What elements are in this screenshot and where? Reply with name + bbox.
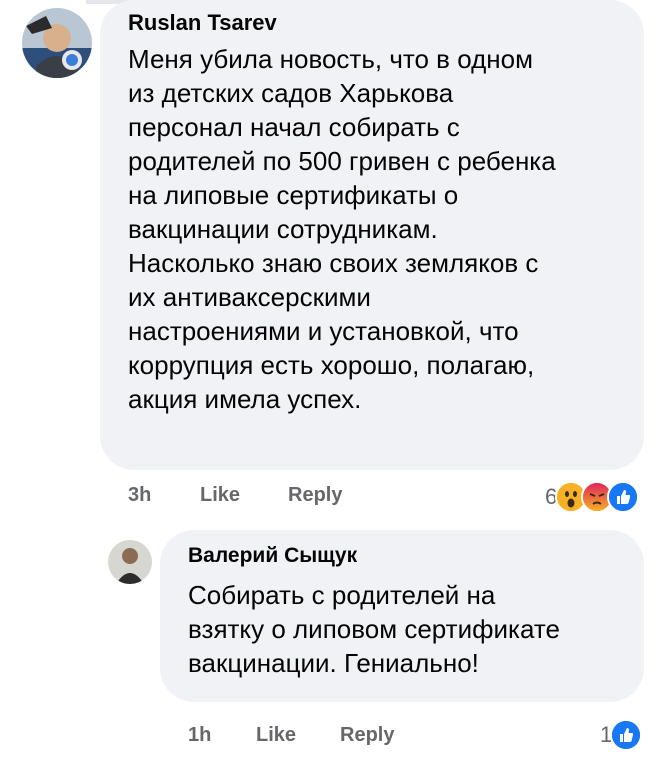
like-reaction-icon [610,719,643,751]
comment-text: Меня убила новость, что в одном из детск… [128,44,556,414]
reply-author[interactable]: Валерий Сыщук [188,544,357,568]
avatar-valeriy[interactable] [108,540,152,584]
comment-bubble: Ruslan Tsarev Меня убила новость, что в … [100,0,644,470]
reply-like-button[interactable]: Like [256,724,296,747]
like-button[interactable]: Like [200,484,240,507]
reply-text: Собирать с родителей на взятку о липовом… [188,580,560,678]
reply-timestamp[interactable]: 1h [188,724,211,747]
avatar-ruslan[interactable] [22,8,92,78]
reply-reaction-summary[interactable]: 1 [600,718,643,752]
comment-actions: 3h Like Reply [128,480,428,510]
reply-bubble: Валерий Сыщук Собирать с родителей на вз… [160,530,644,702]
comment-timestamp[interactable]: 3h [128,484,151,507]
comment-author[interactable]: Ruslan Tsarev [128,10,277,36]
reply-reply-button[interactable]: Reply [340,724,394,747]
reply-button[interactable]: Reply [288,484,342,507]
reaction-summary[interactable]: 6 [545,480,640,514]
reply-actions: 1h Like Reply [188,720,488,750]
like-reaction-icon [607,481,640,513]
